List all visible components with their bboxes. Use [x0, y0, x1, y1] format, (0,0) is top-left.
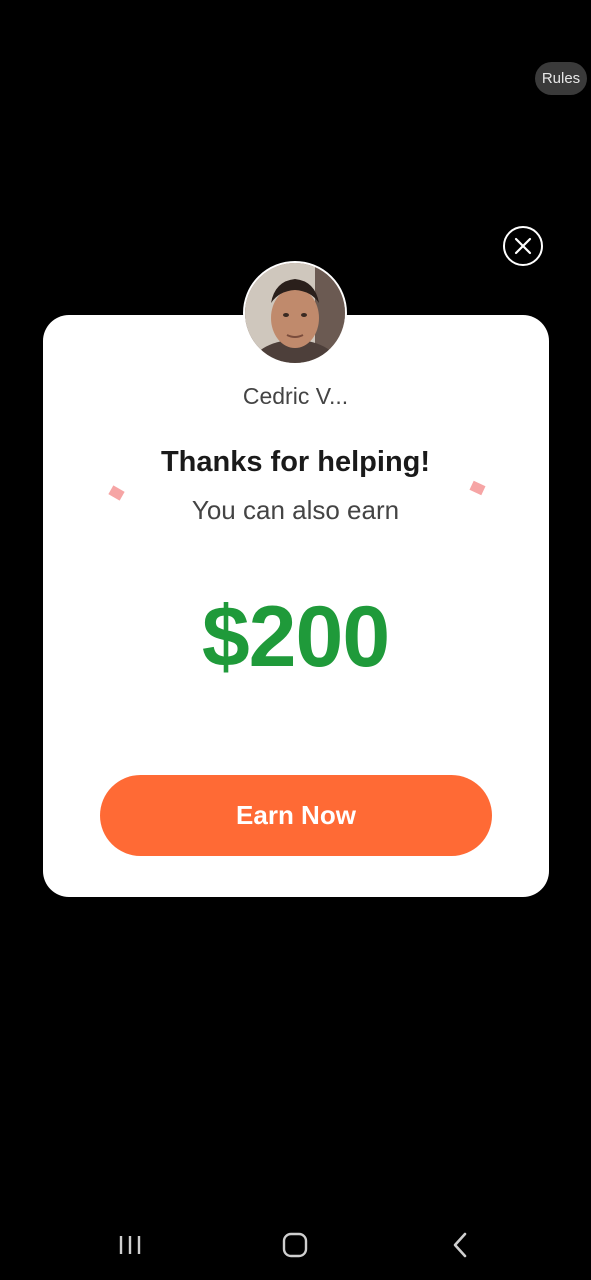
home-icon	[282, 1232, 308, 1258]
back-button[interactable]	[430, 1220, 490, 1270]
subtitle-text: You can also earn	[191, 495, 400, 525]
recents-icon	[119, 1236, 141, 1254]
screen: Rules Cedric V... Thanks for helping! Yo…	[0, 0, 591, 1280]
earn-now-button[interactable]: Earn Now	[100, 775, 492, 856]
system-navigation-bar	[0, 1220, 591, 1270]
rules-button[interactable]: Rules	[535, 62, 587, 95]
close-icon	[514, 237, 532, 255]
username: Cedric V...	[242, 383, 349, 409]
back-icon	[453, 1232, 467, 1258]
home-button[interactable]	[265, 1220, 325, 1270]
close-button[interactable]	[503, 226, 543, 266]
reward-amount: $200	[201, 589, 390, 685]
avatar	[243, 261, 347, 365]
recents-button[interactable]	[100, 1220, 160, 1270]
thanks-heading: Thanks for helping!	[160, 446, 431, 478]
